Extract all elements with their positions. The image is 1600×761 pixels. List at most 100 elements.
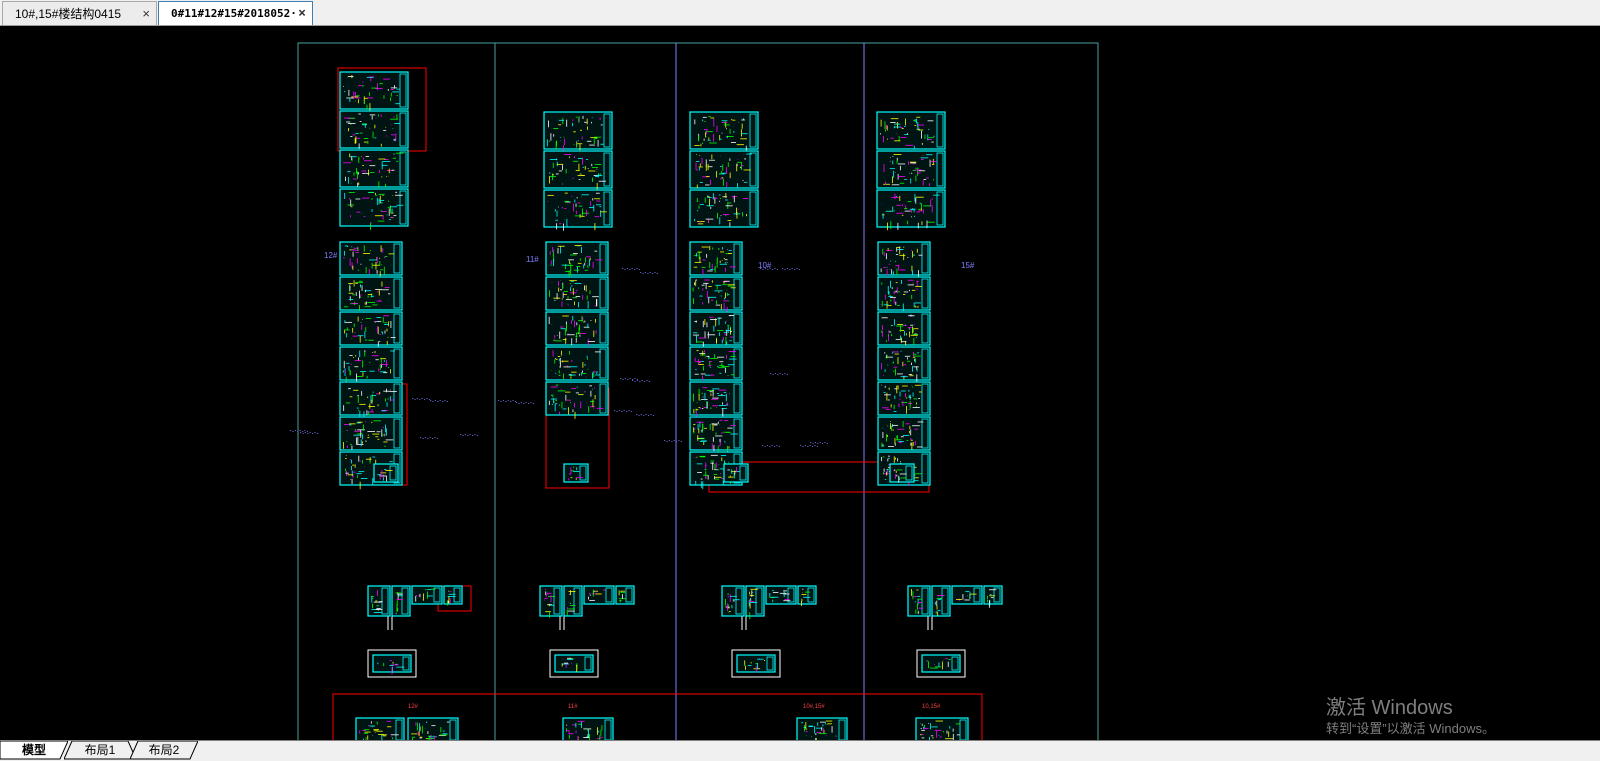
drawing-sheet (339, 346, 403, 383)
dimension-dot (505, 401, 507, 402)
drawing-sheet (563, 463, 589, 483)
sheet-border (723, 463, 749, 483)
dimension-dot (812, 446, 814, 447)
dimension-dot (671, 441, 673, 442)
dimension-dot (290, 430, 292, 431)
drawing-sheet (339, 149, 409, 188)
drawing-sheet (797, 585, 817, 607)
drawing-sheet (877, 381, 931, 416)
sheet-border (889, 463, 915, 483)
dimension-dot (786, 268, 788, 269)
dimension-dot (616, 411, 618, 412)
dimension-dot (476, 435, 478, 436)
sheet-border (983, 585, 1003, 605)
drawing-sheet (876, 111, 946, 150)
dimension-dot (817, 443, 819, 444)
dimension-dot (764, 446, 766, 447)
watermark-title: 激活 Windows (1326, 697, 1453, 719)
dimension-dot (654, 272, 656, 273)
layout-tab-model[interactable]: 模型 (0, 741, 68, 760)
dimension-dot (623, 410, 625, 411)
dimension-dot (652, 415, 654, 416)
dimension-dot (784, 269, 786, 270)
drawing-sheet (689, 241, 743, 276)
drawing-sheet (339, 381, 403, 419)
dimension-dot (502, 400, 504, 401)
dimension-dot (644, 381, 646, 382)
dimension-dot (650, 414, 652, 415)
drawing-sheet (545, 311, 609, 347)
sheet-border (543, 150, 613, 189)
drawing-sheet (931, 585, 951, 617)
dimension-dot (631, 268, 633, 269)
layout-tab-model-label: 模型 (21, 743, 46, 757)
dimension-dot (814, 445, 816, 446)
drawing-sheet (583, 585, 615, 605)
dimension-dot (514, 401, 516, 402)
dimension-dot (622, 379, 624, 380)
drawing-sheet (407, 717, 459, 740)
close-icon[interactable]: × (298, 2, 306, 25)
document-tab-2[interactable]: 0#11#12#15#2018052· × (158, 1, 313, 25)
drawing-canvas[interactable]: 12# 11# 10# 15# 12# 11# 10#,15# 10,15# (0, 26, 1600, 740)
drawing-sheet (443, 585, 463, 606)
dimension-dot (432, 438, 434, 439)
dimension-dot (772, 269, 774, 270)
dimension-dot (520, 402, 522, 403)
dimension-dot (614, 410, 616, 411)
dimension-dot (634, 269, 636, 270)
dimension-dot (638, 415, 640, 416)
dimension-dot (422, 438, 424, 439)
dimension-dot (643, 415, 645, 416)
sheet-group-label: 10,15# (922, 704, 941, 710)
dimension-dot (764, 268, 766, 269)
dimension-dot (798, 269, 800, 270)
dimension-dot (622, 268, 624, 269)
drawing-sheet (723, 463, 749, 483)
sheet-border (339, 241, 403, 276)
layout-tab-layout2[interactable]: 布局2 (130, 741, 198, 760)
dimension-dot (810, 442, 812, 443)
drawing-sheet (539, 585, 563, 618)
dimension-dot (782, 268, 784, 269)
drawing-sheet (373, 463, 399, 483)
dimension-dot (760, 268, 762, 269)
drawing-sheet (877, 346, 931, 382)
drawing-sheet (876, 189, 946, 231)
dimension-dot (807, 446, 809, 447)
sheet-border (339, 149, 409, 188)
dimension-dot (294, 430, 296, 431)
dimension-dot (632, 379, 634, 380)
dimension-dot (647, 273, 649, 274)
dimension-dot (774, 446, 776, 447)
dimension-dot (814, 442, 816, 443)
drawing-sheet (907, 585, 931, 617)
drawing-sheet (545, 241, 609, 277)
drawing-sheet (339, 241, 403, 277)
dimension-dot (299, 430, 301, 431)
close-icon[interactable]: × (142, 2, 150, 25)
drawing-sheet (921, 654, 961, 673)
sheet-group-label: 10#,15# (803, 704, 825, 710)
dimension-dot (500, 401, 502, 402)
dimension-dot (532, 403, 534, 404)
dimension-dot (816, 446, 818, 447)
sheet-border (931, 585, 951, 617)
dimension-dot (769, 268, 771, 269)
dimension-dot (426, 398, 428, 399)
building-number-label: 12# (324, 251, 338, 260)
dimension-dot (680, 441, 682, 442)
dimension-dot (802, 446, 804, 447)
document-tab-1[interactable]: 10#,15#楼结构0415 × (2, 1, 157, 25)
dimension-dot (424, 437, 426, 438)
layout-tab-layout1[interactable]: 布局1 (64, 741, 136, 760)
dimension-dot (812, 443, 814, 444)
drawing-sheet (545, 276, 609, 311)
cad-drawing: 12# 11#10# 15#12# 11# 10#,15# 10,15# (290, 42, 1099, 740)
sheet-border (391, 585, 411, 617)
document-tab-1-label: 10#,15#楼结构0415 (15, 7, 122, 21)
dimension-dot (626, 268, 628, 269)
sheet-border (765, 585, 797, 605)
dimension-dot (629, 269, 631, 270)
dimension-dot (641, 380, 643, 381)
